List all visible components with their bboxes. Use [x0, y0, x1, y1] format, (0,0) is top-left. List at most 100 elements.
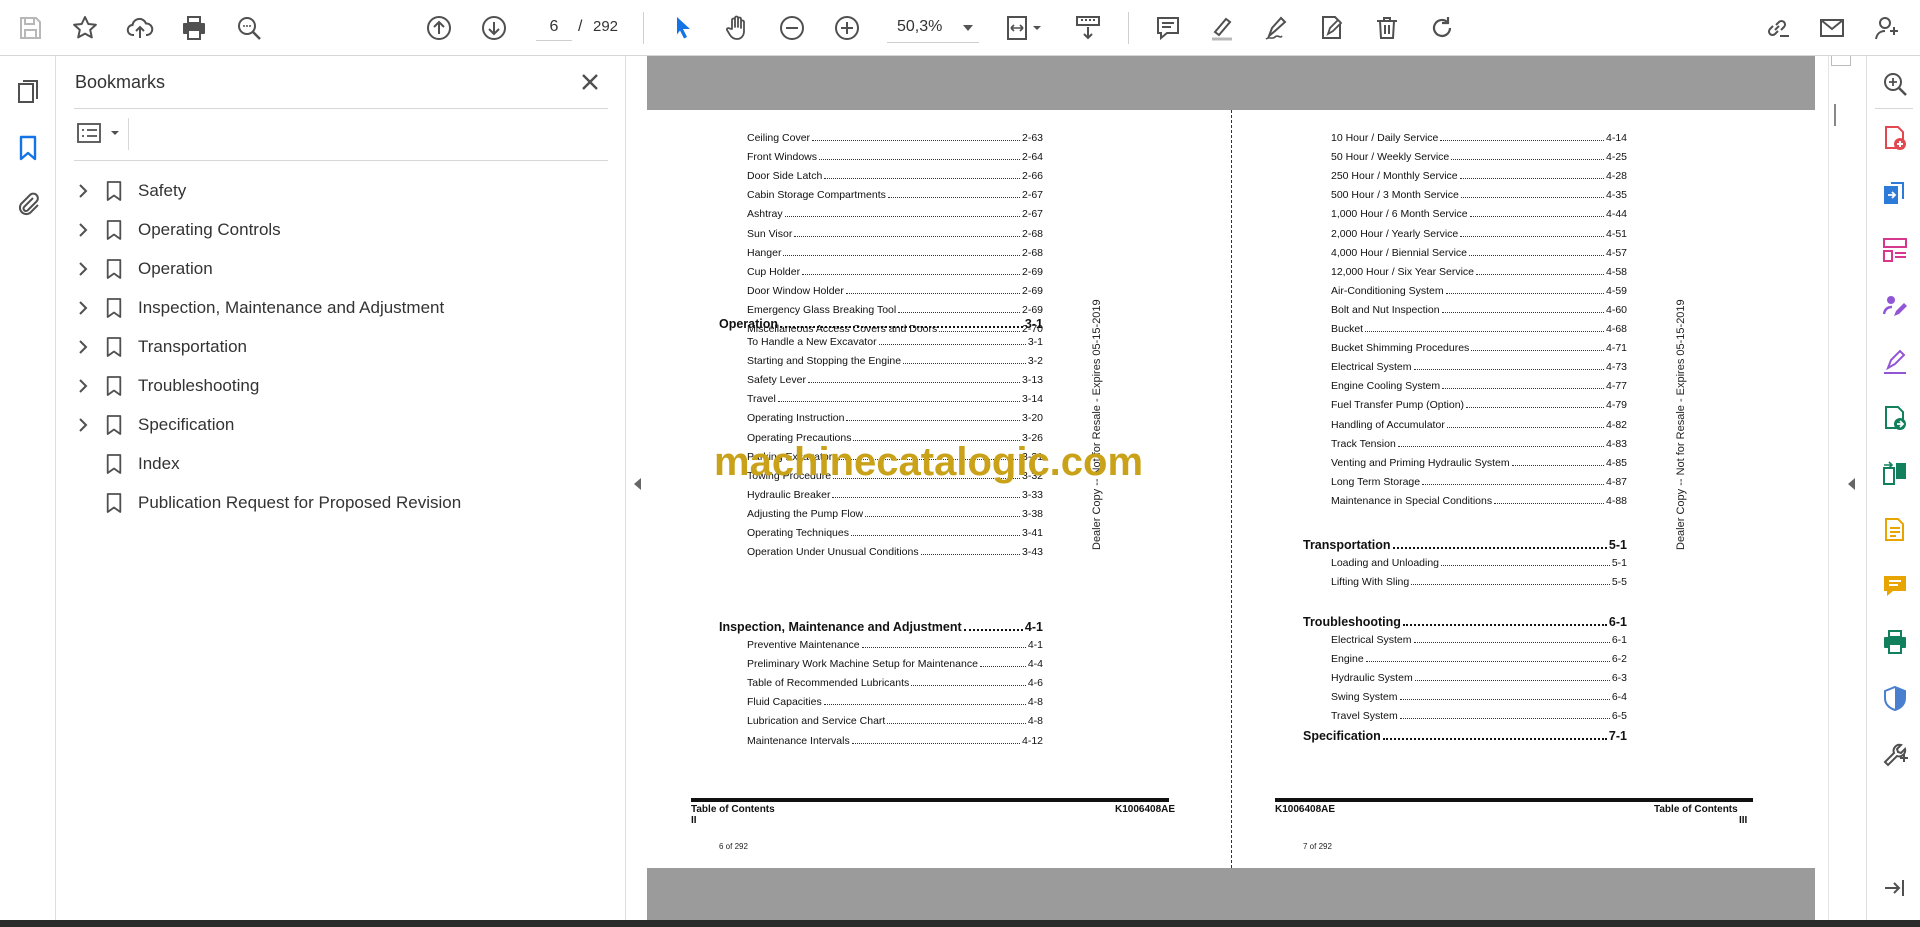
collapse-right-panel-icon[interactable] — [1848, 478, 1855, 490]
toc-entry[interactable]: 12,000 Hour / Six Year Service 4-58 — [1331, 266, 1627, 278]
toc-entry[interactable]: Adjusting the Pump Flow 3-38 — [747, 508, 1043, 520]
toc-entry[interactable]: Preventive Maintenance 4-1 — [747, 639, 1043, 651]
toc-entry[interactable]: Starting and Stopping the Engine 3-2 — [747, 355, 1043, 367]
highlight-icon[interactable] — [1204, 10, 1240, 46]
toc-section-heading[interactable]: Inspection, Maintenance and Adjustment 4-… — [719, 620, 1043, 634]
hand-tool-icon[interactable] — [719, 10, 755, 46]
cloud-upload-icon[interactable] — [122, 10, 158, 46]
draw-icon[interactable] — [1259, 10, 1295, 46]
star-icon[interactable] — [67, 10, 103, 46]
toc-entry[interactable]: Travel 3-14 — [747, 393, 1043, 405]
toc-entry[interactable]: Air-Conditioning System 4-59 — [1331, 285, 1627, 297]
edit-pdf-icon[interactable] — [1314, 10, 1350, 46]
bookmark-item-operating-controls[interactable]: Operating Controls — [70, 210, 610, 249]
toc-entry[interactable]: Track Tension 4-83 — [1331, 438, 1627, 450]
share-link-icon[interactable] — [1759, 10, 1795, 46]
collapse-tools-icon[interactable] — [1879, 872, 1911, 904]
chevron-right-icon[interactable] — [70, 373, 96, 399]
chevron-right-icon[interactable] — [70, 295, 96, 321]
toc-entry[interactable]: Electrical System 4-73 — [1331, 361, 1627, 373]
comment-tool-icon[interactable] — [1879, 570, 1911, 602]
toc-entry[interactable]: Operating Techniques 3-41 — [747, 527, 1043, 539]
bookmark-icon[interactable] — [10, 130, 46, 166]
chevron-right-icon[interactable] — [70, 178, 96, 204]
delete-icon[interactable] — [1369, 10, 1405, 46]
account-icon[interactable] — [1869, 10, 1905, 46]
chevron-right-icon[interactable] — [70, 217, 96, 243]
chevron-right-icon[interactable] — [70, 412, 96, 438]
zoom-out-icon[interactable] — [774, 10, 810, 46]
toc-entry[interactable]: Engine Cooling System 4-77 — [1331, 380, 1627, 392]
comment-icon[interactable] — [1150, 10, 1186, 46]
protect-shield-icon[interactable] — [1879, 682, 1911, 714]
chevron-right-icon[interactable] — [70, 334, 96, 360]
toc-entry[interactable]: Maintenance in Special Conditions 4-88 — [1331, 495, 1627, 507]
bookmark-item-transportation[interactable]: Transportation — [70, 327, 610, 366]
toc-entry[interactable]: 2,000 Hour / Yearly Service 4-51 — [1331, 228, 1627, 240]
toc-entry[interactable]: Lubrication and Service Chart 4-8 — [747, 715, 1043, 727]
scroll-mode-icon[interactable] — [1070, 10, 1106, 46]
toc-section-heading[interactable]: Operation 3-1 — [719, 317, 1043, 331]
toc-section-heading[interactable]: Troubleshooting 6-1 — [1303, 615, 1627, 629]
toc-entry[interactable]: Swing System 6-4 — [1331, 691, 1627, 703]
toc-entry[interactable]: Preliminary Work Machine Setup for Maint… — [747, 658, 1043, 670]
toc-entry[interactable]: Lifting With Sling 5-5 — [1331, 576, 1627, 588]
toc-entry[interactable]: 10 Hour / Daily Service 4-14 — [1331, 132, 1627, 144]
save-icon[interactable] — [12, 10, 48, 46]
print-icon[interactable] — [176, 10, 212, 46]
close-icon[interactable] — [576, 68, 604, 96]
toc-entry[interactable]: Long Term Storage 4-87 — [1331, 476, 1627, 488]
edit-document-icon[interactable] — [1879, 514, 1911, 546]
toc-entry[interactable]: Travel System 6-5 — [1331, 710, 1627, 722]
toc-entry[interactable]: 500 Hour / 3 Month Service 4-35 — [1331, 189, 1627, 201]
toc-entry[interactable]: Fuel Transfer Pump (Option) 4-79 — [1331, 399, 1627, 411]
toc-entry[interactable]: Emergency Glass Breaking Tool 2-69 — [747, 304, 1043, 316]
toc-entry[interactable]: Door Window Holder 2-69 — [747, 285, 1043, 297]
organize-pages-icon[interactable] — [1879, 234, 1911, 266]
export-pdf-icon[interactable] — [1879, 178, 1911, 210]
toc-entry[interactable]: To Handle a New Excavator 3-1 — [747, 336, 1043, 348]
toc-entry[interactable]: Maintenance Intervals 4-12 — [747, 735, 1043, 747]
toc-entry[interactable]: Sun Visor 2-68 — [747, 228, 1043, 240]
toc-entry[interactable]: Safety Lever 3-13 — [747, 374, 1043, 386]
more-tools-icon[interactable] — [1879, 738, 1911, 770]
page-thumbnails-icon[interactable] — [10, 74, 46, 110]
print-production-icon[interactable] — [1879, 626, 1911, 658]
toc-entry[interactable]: Hydraulic Breaker 3-33 — [747, 489, 1043, 501]
toc-entry[interactable]: Engine 6-2 — [1331, 653, 1627, 665]
select-cursor-icon[interactable] — [665, 10, 701, 46]
bookmark-item-publication-request[interactable]: Publication Request for Proposed Revisio… — [70, 483, 610, 522]
rotate-icon[interactable] — [1424, 10, 1460, 46]
toc-entry[interactable]: Hydraulic System 6-3 — [1331, 672, 1627, 684]
compare-files-icon[interactable] — [1879, 458, 1911, 490]
document-viewport[interactable]: Ceiling Cover 2-63 Front Windows 2-64 Door S… — [626, 56, 1866, 920]
toc-entry[interactable]: Bucket 4-68 — [1331, 323, 1627, 335]
attachment-icon[interactable] — [10, 186, 46, 222]
toc-entry[interactable]: Front Windows 2-64 — [747, 151, 1043, 163]
toc-entry[interactable]: 50 Hour / Weekly Service 4-25 — [1331, 151, 1627, 163]
chevron-right-icon[interactable] — [70, 256, 96, 282]
page-number-input[interactable] — [536, 13, 572, 41]
vertical-scrollbar[interactable] — [1828, 56, 1851, 920]
toc-entry[interactable]: Hanger 2-68 — [747, 247, 1043, 259]
create-pdf-icon[interactable] — [1879, 122, 1911, 154]
bookmark-item-inspection[interactable]: Inspection, Maintenance and Adjustment — [70, 288, 610, 327]
toc-entry[interactable]: 1,000 Hour / 6 Month Service 4-44 — [1331, 208, 1627, 220]
bookmark-item-specification[interactable]: Specification — [70, 405, 610, 444]
toc-entry[interactable]: Cabin Storage Compartments 2-67 — [747, 189, 1043, 201]
zoom-search-icon[interactable] — [1879, 68, 1911, 100]
send-for-review-icon[interactable] — [1879, 402, 1911, 434]
bookmark-item-troubleshooting[interactable]: Troubleshooting — [70, 366, 610, 405]
toc-section-heading[interactable]: Specification 7-1 — [1303, 729, 1627, 743]
scrollbar-thumb[interactable] — [1834, 104, 1836, 126]
toc-entry[interactable]: Venting and Priming Hydraulic System 4-85 — [1331, 457, 1627, 469]
toc-entry[interactable]: Operation Under Unusual Conditions 3-43 — [747, 546, 1043, 558]
toc-entry[interactable]: 4,000 Hour / Biennial Service 4-57 — [1331, 247, 1627, 259]
zoom-level-dropdown[interactable]: 50,3% — [887, 13, 979, 43]
toc-entry[interactable]: Door Side Latch 2-66 — [747, 170, 1043, 182]
toc-entry[interactable]: Bucket Shimming Procedures 4-71 — [1331, 342, 1627, 354]
bookmark-item-safety[interactable]: Safety — [70, 171, 610, 210]
collapse-left-panel-icon[interactable] — [634, 478, 641, 490]
toc-entry[interactable]: Operating Instruction 3-20 — [747, 412, 1043, 424]
fill-sign-icon[interactable] — [1879, 346, 1911, 378]
